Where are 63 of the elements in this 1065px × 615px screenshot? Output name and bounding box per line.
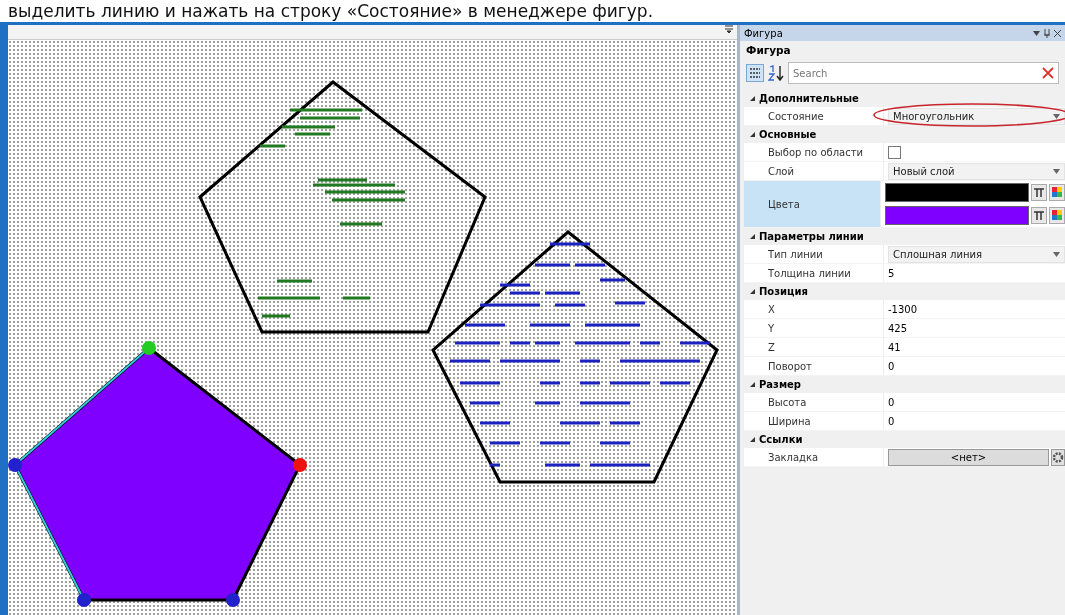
dropdown-arrow-icon <box>1053 251 1060 257</box>
expand-icon[interactable] <box>750 437 755 442</box>
gear-icon[interactable] <box>1051 448 1065 466</box>
pentagon[interactable] <box>198 80 487 334</box>
property-label[interactable]: Высота <box>744 393 883 411</box>
color-swatch[interactable] <box>885 206 1029 225</box>
property-value: 0 <box>888 360 895 372</box>
checkbox[interactable] <box>888 145 901 159</box>
dropdown-icon[interactable] <box>1033 30 1040 36</box>
categorized-icon[interactable] <box>746 64 764 82</box>
vertex-handle[interactable] <box>226 593 240 607</box>
vertex-handle[interactable] <box>8 458 22 472</box>
sort-icon[interactable] <box>768 64 784 82</box>
expand-icon[interactable] <box>750 382 755 387</box>
expand-icon[interactable] <box>750 96 755 101</box>
property-label[interactable]: Поворот <box>744 357 883 375</box>
panel-header: Фигура <box>745 43 792 58</box>
close-icon[interactable] <box>1054 29 1061 37</box>
pentagon[interactable] <box>431 230 719 484</box>
property-label[interactable]: Y <box>744 319 883 337</box>
property-label[interactable]: Толщина линии <box>744 264 883 282</box>
category-header[interactable]: Позиция <box>759 286 808 297</box>
property-label[interactable]: Тип линии <box>744 245 883 263</box>
palette-icon[interactable] <box>1049 207 1065 224</box>
dropdown[interactable]: Новый слой <box>888 162 1065 180</box>
palette-icon[interactable] <box>1049 184 1065 201</box>
dropdown[interactable]: Сплошная линия <box>888 245 1065 263</box>
pi-icon[interactable] <box>1031 184 1047 201</box>
vertex-handle[interactable] <box>293 458 307 472</box>
vertex-handle[interactable] <box>142 341 156 355</box>
vertex-handle[interactable] <box>77 593 91 607</box>
property-label[interactable]: Z <box>744 338 883 356</box>
dropdown-arrow-icon <box>1053 168 1060 174</box>
dropdown[interactable]: Многоугольник <box>888 107 1065 125</box>
expand-icon[interactable] <box>750 289 755 294</box>
property-label[interactable]: Выбор по области <box>744 143 883 161</box>
property-label[interactable]: Цвета <box>744 181 880 227</box>
property-value: 0 <box>888 415 895 427</box>
category-header[interactable]: Размер <box>759 379 801 390</box>
category-header[interactable]: Основные <box>759 129 817 140</box>
property-value: 0 <box>888 396 895 408</box>
search-field[interactable]: Search <box>788 62 1059 84</box>
category-header[interactable]: Ссылки <box>759 434 803 445</box>
clear-icon[interactable] <box>1042 67 1054 79</box>
panel-title: Фигура <box>744 27 783 39</box>
bookmark-button[interactable]: <нет> <box>888 448 1049 466</box>
property-label[interactable]: Состояние <box>744 107 883 125</box>
property-value: 5 <box>888 267 895 279</box>
color-swatch[interactable] <box>885 183 1029 202</box>
property-label[interactable]: Ширина <box>744 412 883 430</box>
property-value: 425 <box>888 322 908 334</box>
pin-icon[interactable] <box>1044 28 1050 38</box>
property-value: -1300 <box>888 303 918 315</box>
caption-text: выделить линию и нажать на строку «Состояние» в менеджере фигур. <box>7 0 655 22</box>
expand-icon[interactable] <box>750 132 755 137</box>
menu-icon[interactable] <box>725 25 733 33</box>
property-label[interactable]: Слой <box>744 162 883 180</box>
property-label[interactable]: X <box>744 300 883 318</box>
pi-icon[interactable] <box>1031 207 1047 224</box>
property-label[interactable]: Закладка <box>744 448 883 466</box>
dropdown-arrow-icon <box>1053 113 1060 119</box>
expand-icon[interactable] <box>750 234 755 239</box>
property-value: 41 <box>888 341 901 353</box>
